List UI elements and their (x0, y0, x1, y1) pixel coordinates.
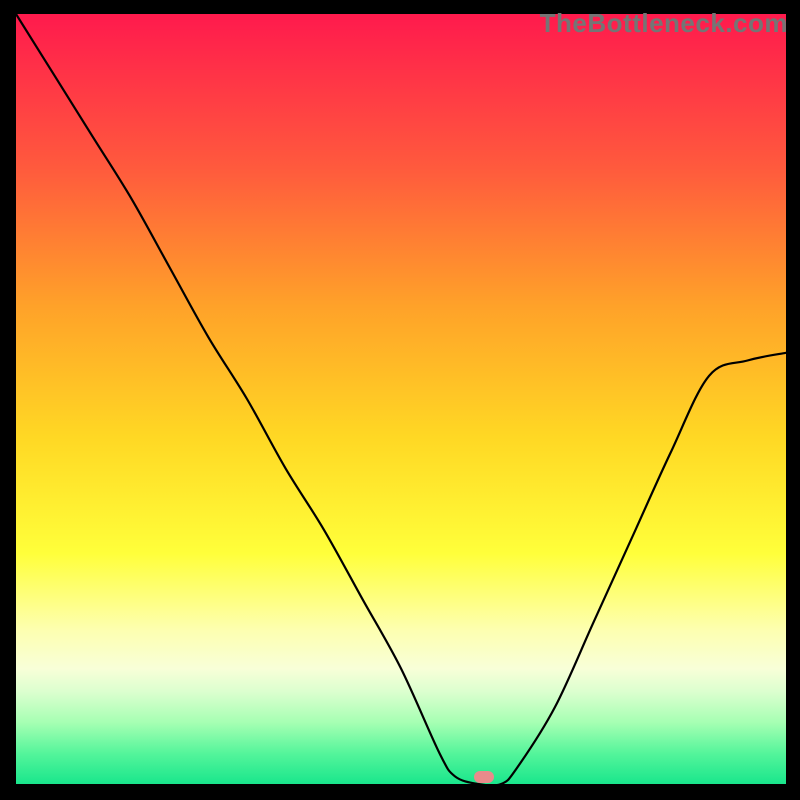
optimum-marker (474, 771, 494, 783)
chart-svg (16, 14, 786, 784)
bottleneck-plot (16, 14, 786, 784)
watermark-text: TheBottleneck.com (540, 8, 788, 39)
